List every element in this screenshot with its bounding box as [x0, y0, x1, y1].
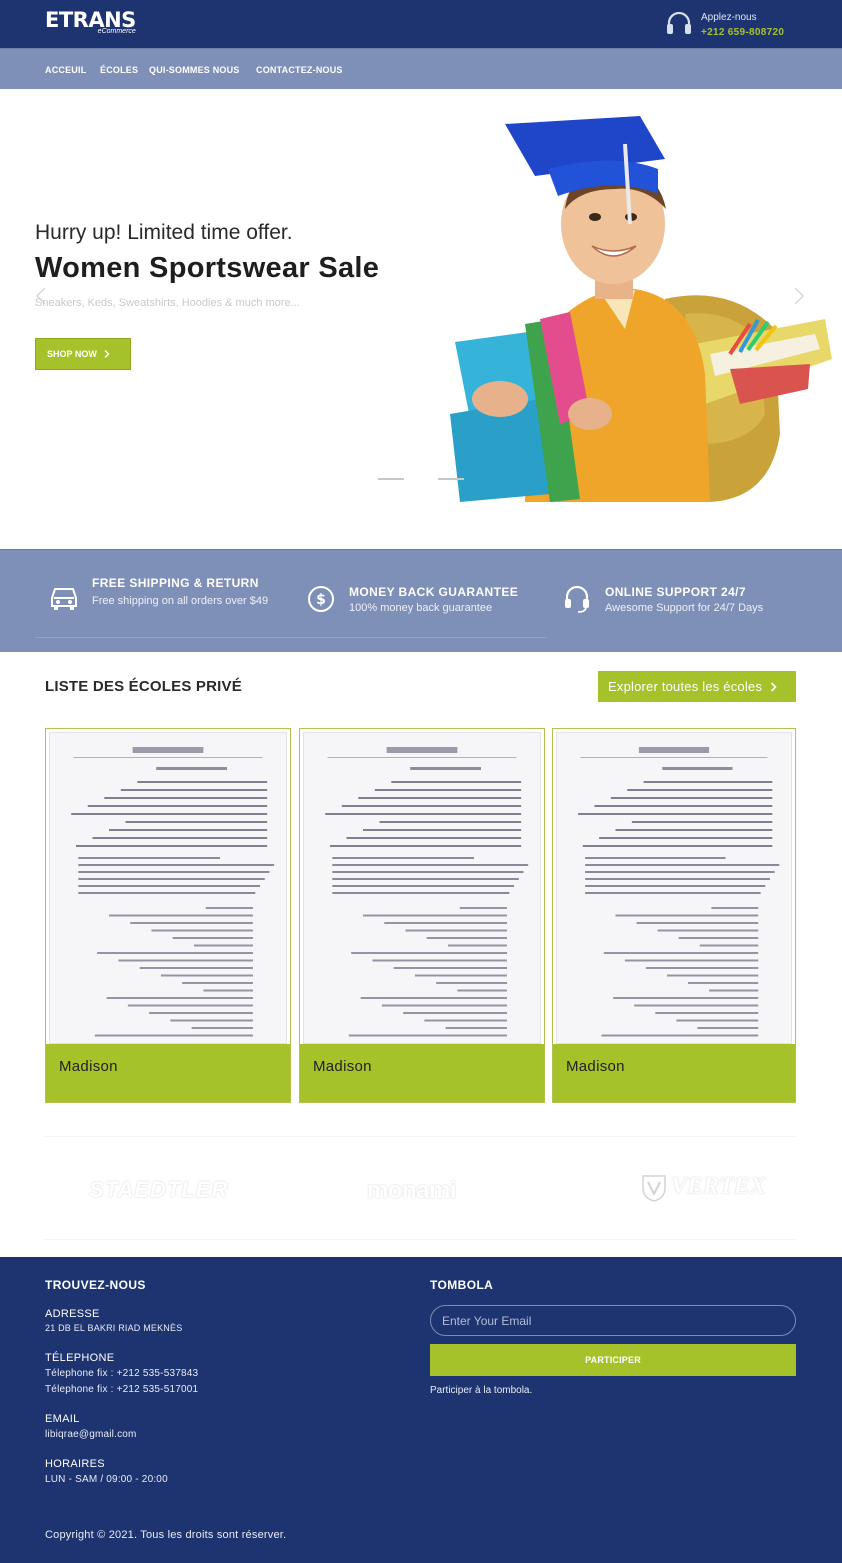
document-text-lines — [325, 747, 529, 1037]
phone-value-1[interactable]: Télephone fix : +212 535-537843 — [45, 1368, 198, 1379]
find-us-title: TROUVEZ-NOUS — [45, 1278, 146, 1292]
feature-desc: 100% money back guarantee — [349, 602, 493, 614]
school-name[interactable]: Madison — [313, 1058, 372, 1075]
slider-dot[interactable] — [378, 478, 404, 480]
chevron-right-icon — [770, 681, 777, 692]
brand-logo-vertex[interactable]: VERTEX — [640, 1173, 766, 1203]
document-text-lines — [71, 747, 275, 1037]
headset-icon — [565, 585, 589, 613]
phone-value-2[interactable]: Télephone fix : +212 535-517001 — [45, 1384, 198, 1395]
school-name[interactable]: Madison — [566, 1058, 625, 1075]
phone-label: TÉLEPHONE — [45, 1352, 115, 1364]
hero-kicker: Hurry up! Limited time offer. — [35, 221, 293, 244]
brand-logo-staedtler[interactable]: STAEDTLER — [89, 1177, 228, 1203]
copyright: Copyright © 2021. Tous les droits sont r… — [45, 1529, 287, 1541]
nav-item-qui-sommes-nous[interactable]: QUI-SOMMES NOUS — [149, 65, 240, 75]
shop-now-label: SHOP NOW — [47, 349, 97, 359]
school-name[interactable]: Madison — [59, 1058, 118, 1075]
school-card-caption: Madison — [46, 1044, 290, 1102]
slider-dot-active[interactable] — [408, 478, 434, 480]
feature-title: FREE SHIPPING & RETURN — [92, 576, 259, 590]
school-card[interactable]: Madison — [45, 728, 291, 1103]
brand-logos: STAEDTLER monami VERTEX — [45, 1136, 796, 1240]
school-card[interactable]: Madison — [552, 728, 796, 1103]
shop-now-button[interactable]: SHOP NOW — [35, 338, 131, 370]
headphones-icon — [667, 11, 691, 34]
slider-pagination — [378, 478, 464, 480]
hero-title: Women Sportswear Sale — [35, 252, 380, 284]
feature-title: ONLINE SUPPORT 24/7 — [605, 585, 746, 599]
site-footer: TROUVEZ-NOUS ADRESSE 21 DB EL BAKRI RIAD… — [0, 1257, 842, 1563]
logo-main-text: ETRANS — [45, 8, 136, 32]
vertex-wordmark: VERTEX — [671, 1173, 766, 1200]
school-card[interactable]: Madison — [299, 728, 545, 1103]
chevron-right-icon — [104, 350, 110, 358]
feature-title: MONEY BACK GUARANTEE — [349, 585, 519, 599]
logo[interactable]: ETRANS eCommerce — [45, 8, 136, 36]
vertex-shield-icon — [642, 1175, 666, 1202]
main-nav: ACCEUIL ÉCOLES QUI-SOMMES NOUS CONTACTEZ… — [0, 48, 842, 89]
email-label: EMAIL — [45, 1413, 80, 1425]
truck-icon — [51, 588, 77, 610]
feature-support: ONLINE SUPPORT 24/7 Awesome Support for … — [605, 585, 805, 617]
features-divider — [35, 637, 547, 638]
school-document-image — [556, 732, 792, 1044]
tombola-email-input[interactable] — [430, 1305, 796, 1336]
call-label: Applez-nous — [701, 12, 757, 23]
explore-schools-button[interactable]: Explorer toutes les écoles — [598, 671, 796, 702]
explore-schools-label: Explorer toutes les écoles — [608, 679, 763, 694]
school-card-caption: Madison — [300, 1044, 544, 1102]
logo-sub-text: eCommerce — [97, 28, 136, 35]
dollar-icon: $ — [308, 586, 334, 612]
top-header: ETRANS eCommerce Applez-nous +212 659-80… — [0, 0, 842, 48]
feature-money-back: MONEY BACK GUARANTEE 100% money back gua… — [349, 585, 539, 617]
school-document-image — [49, 732, 287, 1044]
email-value[interactable]: libiqrae@gmail.com — [45, 1429, 137, 1440]
tombola-title: TOMBOLA — [430, 1278, 494, 1292]
features-bar: FREE SHIPPING & RETURN Free shipping on … — [0, 549, 842, 652]
hours-label: HORAIRES — [45, 1458, 105, 1470]
svg-text:$: $ — [316, 592, 326, 608]
slider-next-arrow-icon[interactable] — [793, 287, 805, 305]
hero-slider: Hurry up! Limited time offer. Women Spor… — [0, 89, 842, 549]
participate-button[interactable]: PARTICIPER — [430, 1344, 796, 1376]
document-text-lines — [578, 747, 780, 1037]
hero-description: Sneakers, Keds, Sweatshirts, Hoodies & m… — [35, 297, 300, 309]
brand-logo-monami[interactable]: monami — [367, 1177, 457, 1205]
address-label: ADRESSE — [45, 1308, 100, 1320]
feature-shipping: FREE SHIPPING & RETURN Free shipping on … — [92, 576, 272, 610]
feature-desc: Awesome Support for 24/7 Days — [605, 602, 764, 614]
school-card-caption: Madison — [553, 1044, 795, 1102]
nav-item-contactez-nous[interactable]: CONTACTEZ-NOUS — [256, 65, 343, 75]
feature-desc: Free shipping on all orders over $49 — [92, 595, 269, 607]
call-us-block[interactable]: Applez-nous +212 659-808720 — [665, 8, 805, 40]
hero-image-schoolboy — [450, 116, 832, 502]
school-document-image — [303, 732, 541, 1044]
nav-item-accueil[interactable]: ACCEUIL — [45, 65, 86, 75]
call-number[interactable]: +212 659-808720 — [701, 27, 784, 38]
hours-value: LUN - SAM / 09:00 - 20:00 — [45, 1474, 168, 1485]
address-value: 21 DB EL BAKRI RIAD MEKNÈS — [45, 1323, 183, 1333]
slider-dot[interactable] — [438, 478, 464, 480]
nav-item-ecoles[interactable]: ÉCOLES — [100, 65, 138, 75]
schools-section-title: LISTE DES ÉCOLES PRIVÉ — [45, 678, 242, 695]
tombola-note: Participer à la tombola. — [430, 1385, 533, 1396]
